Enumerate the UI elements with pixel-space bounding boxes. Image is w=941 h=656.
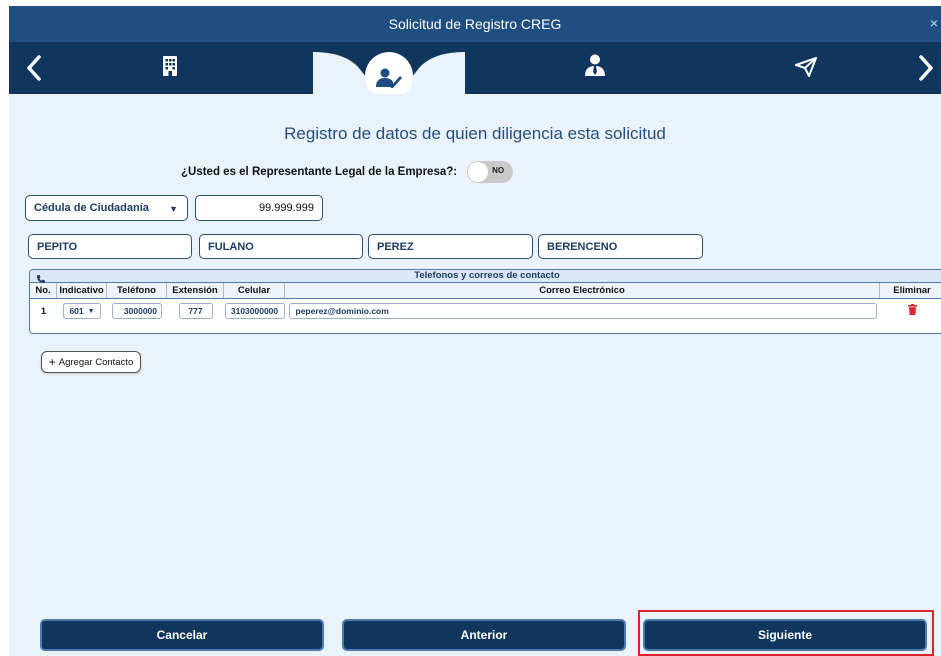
legal-rep-toggle[interactable]: NO — [467, 161, 514, 183]
chevron-down-icon: ▼ — [87, 307, 95, 315]
doc-number-input[interactable]: 99.999.999 — [195, 195, 323, 221]
plus-icon: + — [48, 355, 56, 369]
col-header-telefono: Teléfono — [107, 283, 167, 298]
col-header-extension: Extensión — [167, 283, 224, 298]
table-row: 1 601 ▼ 3000000 777 3103000000 peperez@d… — [30, 299, 941, 323]
second-surname-value: BERENCENO — [547, 240, 618, 253]
toggle-label: NO — [492, 166, 505, 175]
cancel-button[interactable]: Cancelar — [40, 619, 324, 651]
chevron-down-icon: ▼ — [169, 204, 178, 214]
nav-prev-arrow[interactable] — [26, 54, 42, 87]
paper-plane-icon[interactable] — [795, 57, 817, 82]
title-bar: Solicitud de Registro CREG × — [9, 6, 941, 42]
doc-type-select[interactable]: Cédula de Ciudadanía ▼ — [25, 195, 188, 221]
correo-input[interactable]: peperez@dominio.com — [288, 303, 877, 319]
indicativo-select[interactable]: 601 ▼ — [63, 303, 101, 319]
building-icon[interactable] — [162, 56, 178, 81]
contacts-table: Telefonos y correos de contacto No. Indi… — [29, 269, 941, 334]
close-icon[interactable]: × — [930, 15, 938, 31]
next-button[interactable]: Siguiente — [643, 619, 927, 651]
second-name-input[interactable]: FULANO — [199, 234, 363, 259]
first-surname-value: PEREZ — [377, 240, 414, 253]
previous-button[interactable]: Anterior — [342, 619, 626, 651]
legal-rep-question: ¿Usted es el Representante Legal de la E… — [181, 166, 458, 178]
second-surname-input[interactable]: BERENCENO — [538, 234, 703, 259]
registration-window: Solicitud de Registro CREG × Registro de… — [9, 6, 941, 656]
doc-type-value: Cédula de Ciudadanía — [34, 202, 149, 214]
col-header-celular: Celular — [224, 283, 285, 298]
page-heading: Registro de datos de quien diligencia es… — [284, 124, 666, 143]
telefono-input[interactable]: 3000000 — [112, 303, 162, 319]
indicativo-value: 601 — [69, 306, 84, 316]
window-title: Solicitud de Registro CREG — [388, 16, 562, 32]
first-surname-input[interactable]: PEREZ — [368, 234, 533, 259]
legal-rep-row: ¿Usted es el Representante Legal de la E… — [181, 161, 514, 183]
contacts-title: Telefonos y correos de contacto — [414, 270, 560, 281]
first-name-value: PEPITO — [37, 240, 78, 253]
col-header-correo: Correo Electrónico — [285, 283, 880, 298]
add-contact-label: Agregar Contacto — [58, 356, 134, 368]
celular-input[interactable]: 3103000000 — [224, 303, 285, 319]
user-tie-icon[interactable] — [584, 54, 606, 81]
first-name-input[interactable]: PEPITO — [28, 234, 192, 259]
telefono-cell: 3000000 — [107, 299, 167, 323]
contacts-column-headers: No. Indicativo Teléfono Extensión Celula… — [30, 283, 941, 299]
wizard-nav — [9, 42, 941, 94]
trash-icon[interactable] — [907, 302, 917, 320]
col-header-indicativo: Indicativo — [57, 283, 107, 298]
toggle-knob — [468, 162, 489, 182]
celular-cell: 3103000000 — [224, 299, 285, 323]
nav-next-arrow[interactable] — [918, 54, 934, 87]
row-number: 1 — [40, 306, 46, 316]
doc-number-value: 99.999.999 — [258, 202, 314, 214]
extension-cell: 777 — [167, 299, 224, 323]
add-contact-button[interactable]: + Agregar Contacto — [41, 351, 141, 373]
extension-input[interactable]: 777 — [178, 303, 213, 319]
eliminar-cell — [880, 299, 941, 323]
indicativo-cell: 601 ▼ — [57, 299, 107, 323]
col-header-eliminar: Eliminar — [893, 285, 931, 296]
correo-cell: peperez@dominio.com — [285, 299, 880, 323]
second-name-value: FULANO — [208, 240, 254, 253]
contacts-header: Telefonos y correos de contacto — [30, 270, 941, 283]
user-edit-icon[interactable] — [375, 68, 403, 93]
